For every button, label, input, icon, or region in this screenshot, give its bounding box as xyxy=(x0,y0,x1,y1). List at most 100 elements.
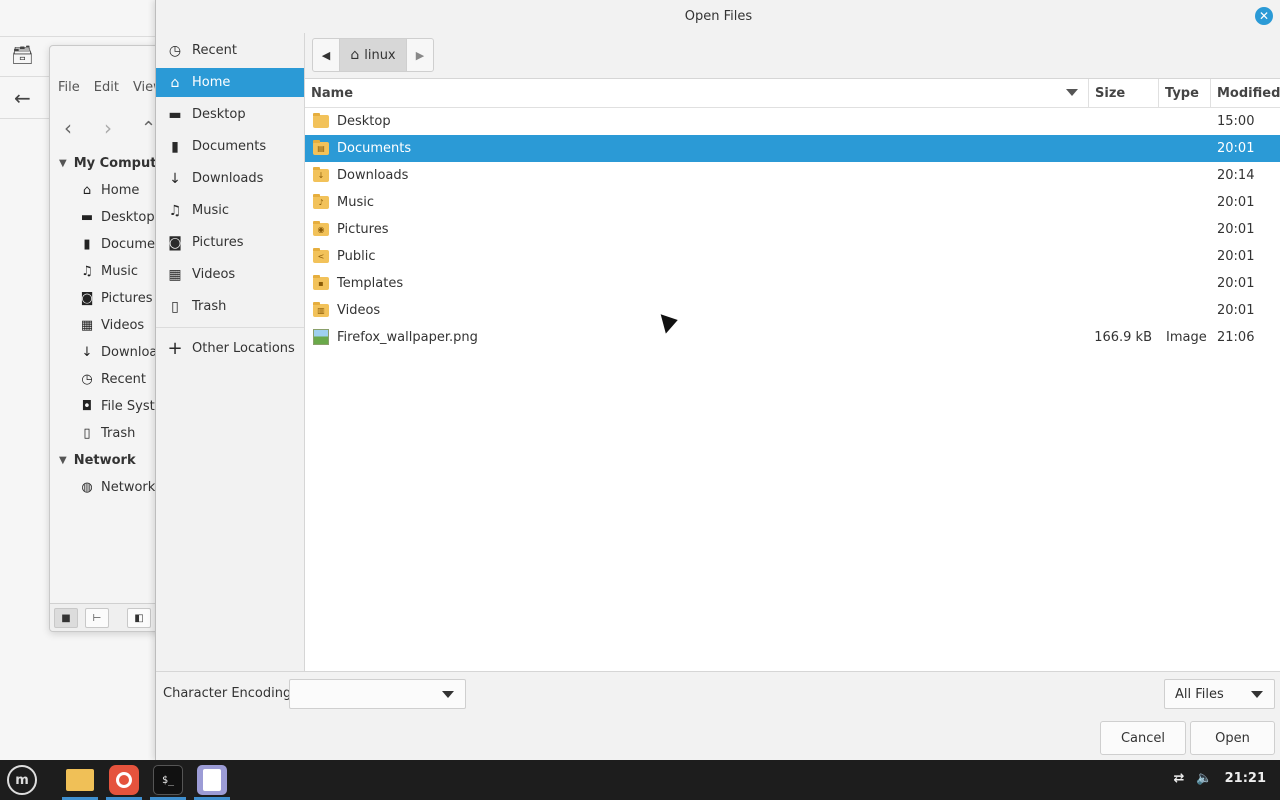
folder-icon: ■ xyxy=(61,612,71,624)
file-modified: 20:01 xyxy=(1217,303,1255,318)
music-icon: ♫ xyxy=(168,202,182,219)
up-icon[interactable]: ⌃ xyxy=(141,118,156,139)
place-home[interactable]: ⌂ Home xyxy=(156,68,304,97)
file-name: Desktop xyxy=(337,114,391,129)
file-row-desktop[interactable]: Desktop 15:00 xyxy=(305,108,1280,135)
tree-label: Music xyxy=(101,264,138,279)
path-scroll-left-button[interactable]: ◀ xyxy=(312,38,340,72)
menu-bar: File Edit View xyxy=(50,80,164,104)
file-modified: 20:01 xyxy=(1217,249,1255,264)
clock[interactable]: 21:21 xyxy=(1225,771,1266,786)
divider xyxy=(0,36,160,37)
file-row-pictures[interactable]: ◉ Pictures 20:01 xyxy=(305,216,1280,243)
column-header-type[interactable]: Type xyxy=(1159,79,1211,108)
folder-templates-icon: ▪ xyxy=(313,275,329,290)
file-row-music[interactable]: ♪ Music 20:01 xyxy=(305,189,1280,216)
place-label: Recent xyxy=(192,43,237,58)
path-scroll-right-button[interactable]: ▶ xyxy=(406,38,434,72)
taskbar-terminal-button[interactable]: $_ xyxy=(153,765,183,795)
title-bar: Open Files ✕ xyxy=(156,0,1280,33)
file-row-downloads[interactable]: ↓ Downloads 20:14 xyxy=(305,162,1280,189)
file-filter-dropdown[interactable]: All Files xyxy=(1164,679,1275,709)
tree-label: Videos xyxy=(101,318,145,333)
button-label: Open xyxy=(1215,730,1250,746)
back-icon[interactable]: ‹ xyxy=(64,116,72,140)
taskbar-files-button[interactable] xyxy=(65,765,95,795)
clock-icon: ◷ xyxy=(81,372,93,387)
place-documents[interactable]: ▮ Documents xyxy=(156,132,304,161)
home-icon: ⌂ xyxy=(350,47,360,63)
tree-label: Desktop xyxy=(101,210,155,225)
button-label: Cancel xyxy=(1120,730,1166,746)
download-icon: ↓ xyxy=(81,345,93,360)
taskbar-text-editor-button[interactable] xyxy=(197,765,227,795)
chevron-down-icon xyxy=(1251,691,1263,698)
archive-icon[interactable]: 🗃 xyxy=(11,45,34,66)
image-file-icon xyxy=(313,329,329,345)
close-button[interactable]: ✕ xyxy=(1255,7,1273,25)
place-recent[interactable]: ◷ Recent xyxy=(156,36,304,65)
sort-descending-icon xyxy=(1066,89,1078,96)
mint-menu-button[interactable]: m xyxy=(7,765,37,795)
chevron-down-icon xyxy=(442,691,454,698)
left-triangle-icon: ◀ xyxy=(321,48,331,62)
menu-edit[interactable]: Edit xyxy=(94,80,119,104)
volume-icon[interactable]: 🔈 xyxy=(1196,771,1212,786)
column-label: Name xyxy=(311,85,354,101)
file-modified: 20:01 xyxy=(1217,195,1255,210)
encoding-label: Character Encoding: xyxy=(163,686,296,701)
file-row-firefox-wallpaper[interactable]: Firefox_wallpaper.png 166.9 kB Image 21:… xyxy=(305,324,1280,351)
show-places-button[interactable]: ■ xyxy=(54,608,78,628)
file-modified: 20:01 xyxy=(1217,276,1255,291)
camera-icon: ◙ xyxy=(80,291,94,306)
file-size: 166.9 kB xyxy=(1094,330,1152,345)
monitor-icon: ▬ xyxy=(80,210,94,225)
taskbar-firefox-button[interactable] xyxy=(109,765,139,795)
places-sidebar: ◷ Recent ⌂ Home ▬ Desktop ▮ Documents ↓ Downl… xyxy=(156,33,305,671)
film-icon: ▦ xyxy=(80,318,94,333)
file-name: Public xyxy=(337,249,376,264)
place-label: Home xyxy=(192,75,231,90)
column-header-modified[interactable]: Modified xyxy=(1211,79,1280,108)
file-row-documents[interactable]: ▤ Documents 20:01 xyxy=(305,135,1280,162)
network-disconnected-icon[interactable]: ⇄ xyxy=(1174,771,1185,786)
place-other-locations[interactable]: + Other Locations xyxy=(156,334,304,363)
dialog-footer: Character Encoding: All Files Cancel Ope… xyxy=(156,671,1280,760)
menu-file[interactable]: File xyxy=(58,80,80,104)
back-arrow-icon[interactable]: ← xyxy=(14,86,31,110)
place-label: Pictures xyxy=(192,235,244,250)
globe-icon: ◍ xyxy=(81,480,93,495)
column-header-name[interactable]: Name xyxy=(305,79,1089,108)
place-label: Downloads xyxy=(192,171,264,186)
breadcrumb-home[interactable]: ⌂ linux xyxy=(340,38,406,72)
show-tree-button[interactable]: ⊢ xyxy=(85,608,109,628)
mint-logo-icon: m xyxy=(15,772,29,788)
open-button[interactable]: Open xyxy=(1190,721,1275,755)
encoding-dropdown[interactable] xyxy=(289,679,466,709)
place-videos[interactable]: ▦ Videos xyxy=(156,260,304,289)
expand-triangle-icon: ▼ xyxy=(59,158,67,169)
column-header-size[interactable]: Size xyxy=(1089,79,1159,108)
cancel-button[interactable]: Cancel xyxy=(1100,721,1186,755)
file-row-templates[interactable]: ▪ Templates 20:01 xyxy=(305,270,1280,297)
forward-icon[interactable]: › xyxy=(104,116,112,140)
close-icon: ✕ xyxy=(1258,9,1270,23)
place-label: Other Locations xyxy=(192,341,295,356)
place-desktop[interactable]: ▬ Desktop xyxy=(156,100,304,129)
place-music[interactable]: ♫ Music xyxy=(156,196,304,225)
sidebar-icon: ◧ xyxy=(134,612,144,624)
place-trash[interactable]: ▯ Trash xyxy=(156,292,304,321)
file-row-public[interactable]: < Public 20:01 xyxy=(305,243,1280,270)
hide-sidebar-button[interactable]: ◧ xyxy=(127,608,151,628)
place-downloads[interactable]: ↓ Downloads xyxy=(156,164,304,193)
tree-label: Network xyxy=(101,480,156,495)
dialog-title: Open Files xyxy=(684,9,753,24)
tree-label: Trash xyxy=(101,426,136,441)
place-pictures[interactable]: ◙ Pictures xyxy=(156,228,304,257)
taskbar: m $_ ⇄ 🔈 21:21 xyxy=(0,760,1280,800)
tree-label: Pictures xyxy=(101,291,153,306)
file-modified: 20:14 xyxy=(1217,168,1255,183)
file-row-videos[interactable]: ▥ Videos 20:01 xyxy=(305,297,1280,324)
file-name: Downloads xyxy=(337,168,409,183)
filter-value: All Files xyxy=(1175,687,1224,702)
